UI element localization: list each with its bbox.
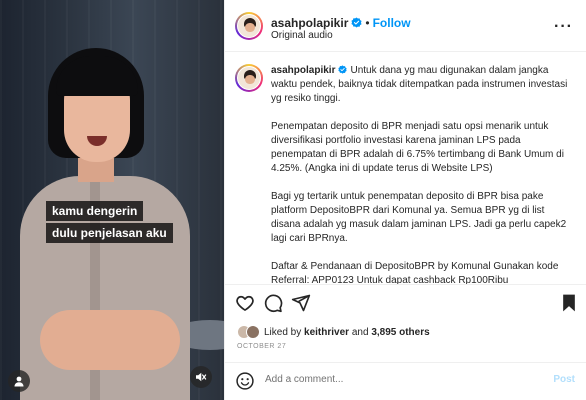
video-caption: kamu dengerin dulu penjelasan aku xyxy=(46,201,173,245)
post-caption-area: asahpolapikir Untuk dana yg mau digunakan… xyxy=(225,52,586,284)
post-side-panel: asahpolapikir • Follow Original audio ··· … xyxy=(224,0,586,400)
verified-icon xyxy=(338,65,348,74)
caption-line-1: kamu dengerin xyxy=(46,201,144,221)
liked-by-prefix: Liked by xyxy=(264,326,302,338)
liker-avatar-2 xyxy=(246,325,260,339)
caption-username[interactable]: asahpolapikir xyxy=(271,65,335,76)
mute-button[interactable] xyxy=(190,366,212,388)
caption-author-avatar[interactable] xyxy=(235,64,263,92)
author-username[interactable]: asahpolapikir xyxy=(271,16,348,30)
likes-summary: Liked by keithriver and 3,895 others xyxy=(237,325,430,339)
caption-paragraph-1: asahpolapikir Untuk dana yg mau digunakan… xyxy=(271,64,571,106)
emoji-icon[interactable] xyxy=(235,371,255,391)
comment-icon[interactable] xyxy=(263,293,283,313)
caption-line-2: dulu penjelasan aku xyxy=(46,223,173,243)
verified-icon xyxy=(351,17,362,28)
audio-label[interactable]: Original audio xyxy=(271,30,333,41)
post-comment-button[interactable]: Post xyxy=(553,374,575,385)
instagram-post-modal: kamu dengerin dulu penjelasan aku asahpo… xyxy=(0,0,586,400)
post-header: asahpolapikir • Follow Original audio ··· xyxy=(225,0,586,52)
comment-input[interactable]: Add a comment... xyxy=(265,374,343,385)
mute-icon xyxy=(196,372,207,382)
liked-by-and: and xyxy=(351,326,369,338)
post-date[interactable]: OCTOBER 27 xyxy=(237,343,286,350)
header-separator: • xyxy=(365,16,370,30)
comment-bar: Add a comment... Post xyxy=(225,362,586,400)
post-caption: asahpolapikir Untuk dana yg mau digunakan… xyxy=(271,64,571,284)
tagged-users-button[interactable] xyxy=(8,370,30,392)
bookmark-icon[interactable] xyxy=(559,293,579,313)
post-actions: Liked by keithriver and 3,895 others OCT… xyxy=(225,284,586,362)
follow-button[interactable]: Follow xyxy=(373,16,411,30)
likes-count-link[interactable]: 3,895 others xyxy=(371,327,429,338)
reel-video[interactable]: kamu dengerin dulu penjelasan aku xyxy=(0,0,224,400)
more-options-button[interactable]: ··· xyxy=(554,18,573,36)
caption-paragraph-3: Bagi yg tertarik untuk penempatan deposi… xyxy=(271,191,567,244)
user-tag-icon xyxy=(14,376,24,387)
caption-paragraph-2: Penempatan deposito di BPR menjadi satu … xyxy=(271,121,564,174)
author-avatar[interactable] xyxy=(235,12,263,40)
person-hands xyxy=(40,310,180,370)
share-icon[interactable] xyxy=(291,293,311,313)
liked-by-user[interactable]: keithriver xyxy=(304,327,349,338)
caption-paragraph-4: Daftar & Pendanaan di DepositoBPR by Kom… xyxy=(271,261,559,284)
heart-icon[interactable] xyxy=(235,293,255,313)
